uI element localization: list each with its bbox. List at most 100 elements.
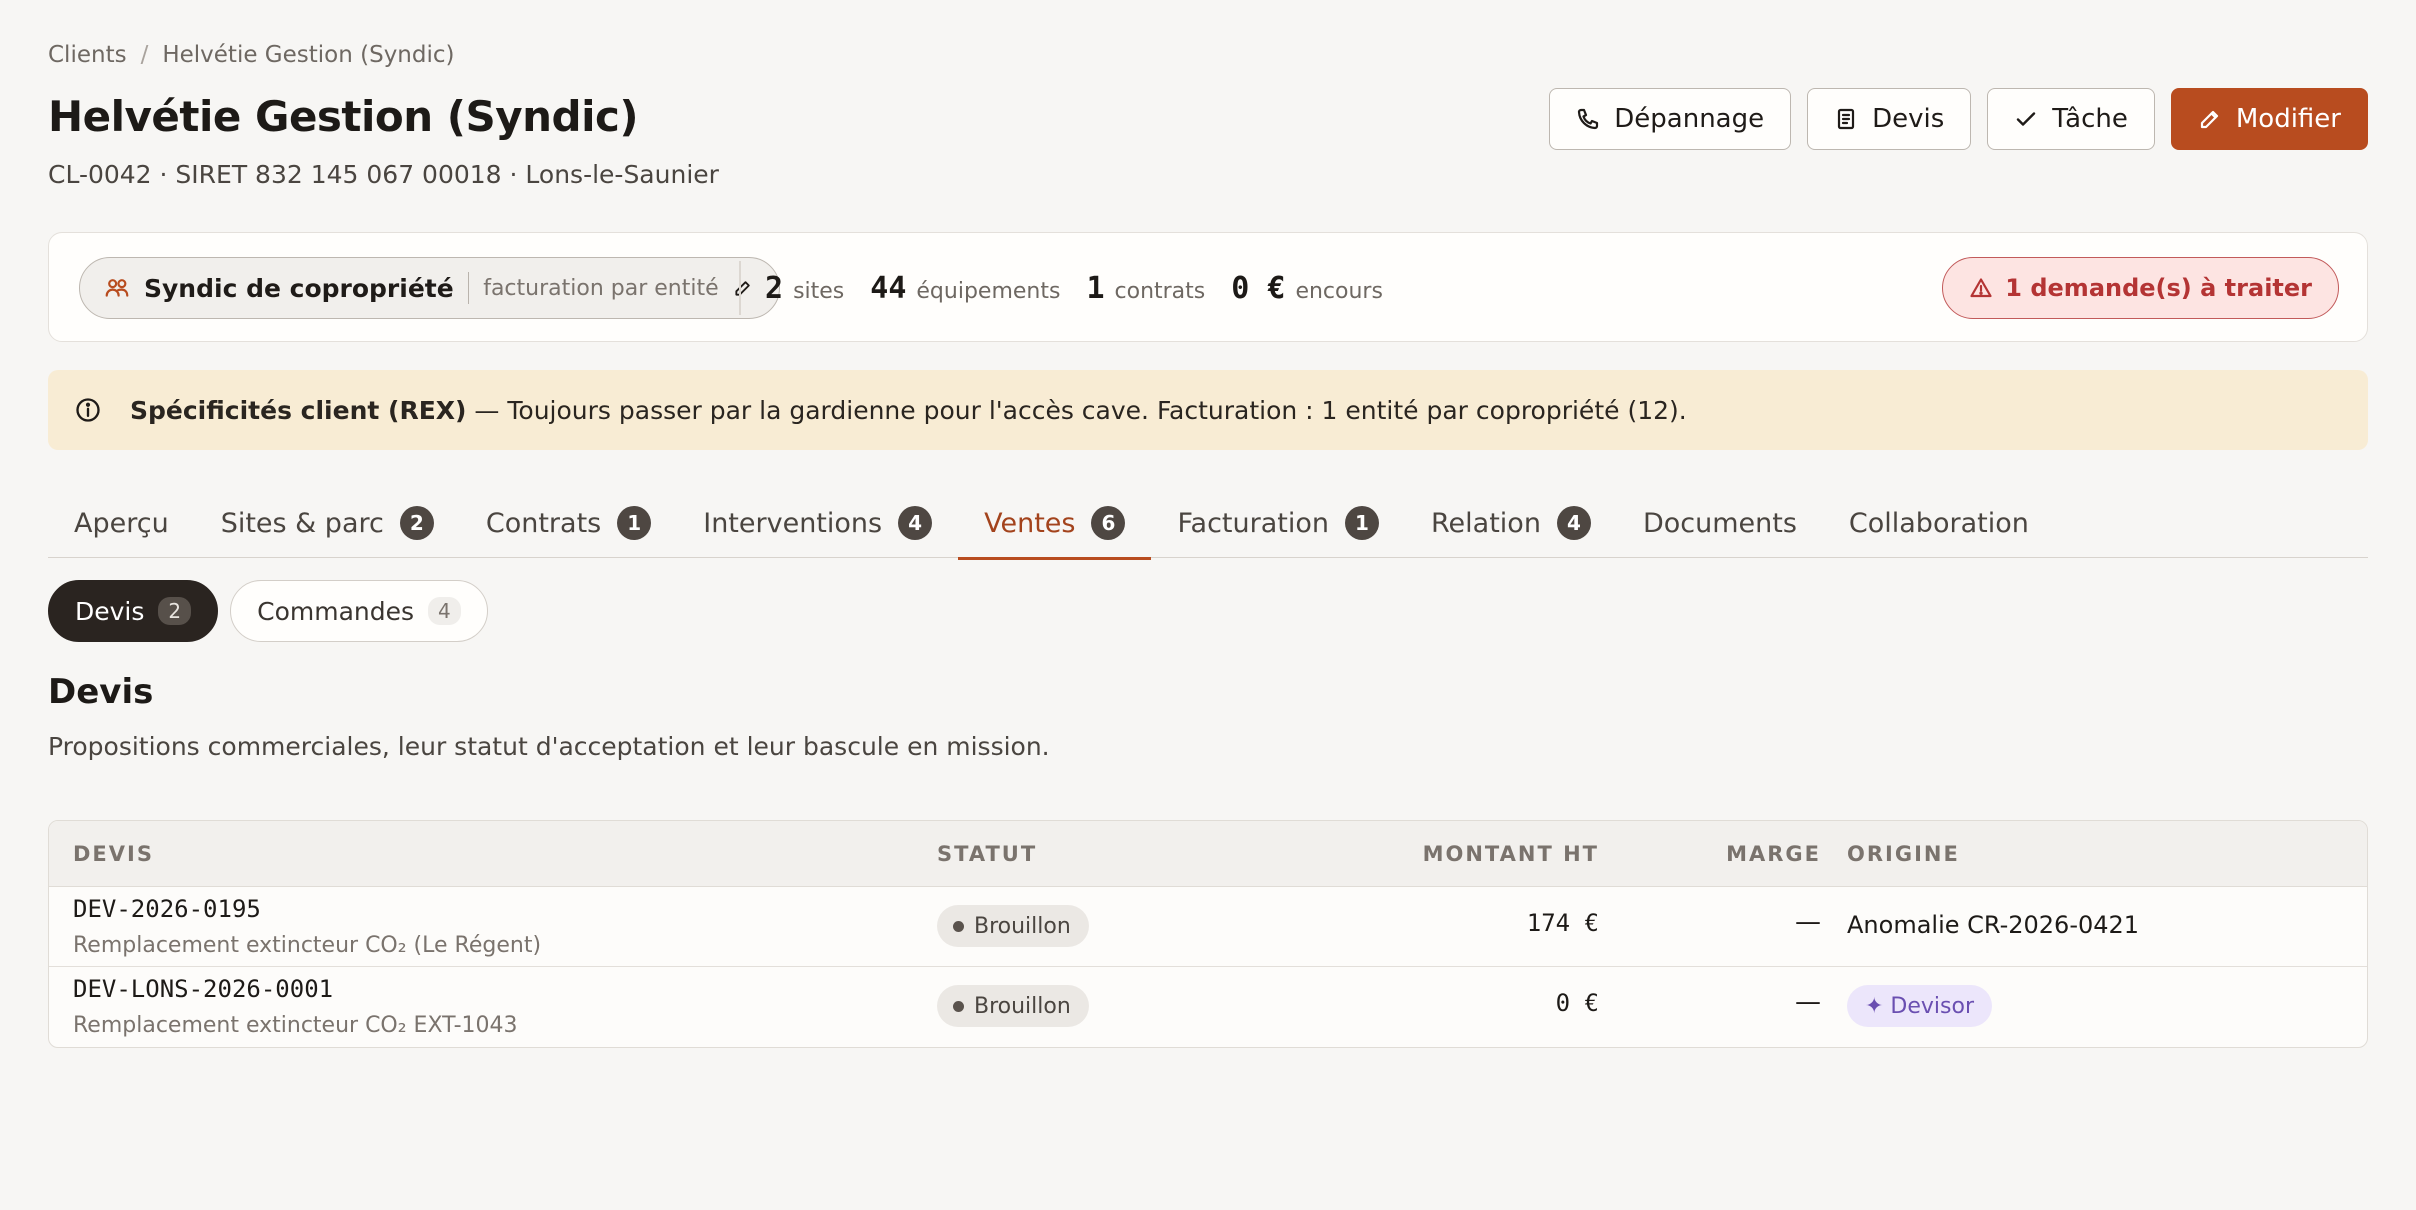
tab-label: Sites & parc <box>220 507 384 539</box>
modifier-button[interactable]: Modifier <box>2170 88 2368 150</box>
status-label: Brouillon <box>974 993 1071 1019</box>
summary-divider <box>739 261 741 315</box>
stat-unit: équipements <box>916 278 1061 304</box>
pill-divider <box>467 272 470 304</box>
devis-description: Remplacement extincteur CO₂ EXT-1043 <box>73 1013 518 1038</box>
column-header-statut[interactable]: STATUT <box>937 821 1037 887</box>
amount-ht: 174 € <box>1526 909 1599 937</box>
column-header-montant[interactable]: MONTANT HT <box>1423 821 1599 887</box>
client-tabs: Aperçu Sites & parc 2 Contrats 1 Interve… <box>48 488 2368 560</box>
client-stats: 2 sites 44 équipements 1 contrats 0 € en… <box>765 233 1383 343</box>
pencil-icon[interactable] <box>733 278 753 298</box>
status-badge: Brouillon <box>937 905 1089 947</box>
subtab-commandes[interactable]: Commandes 4 <box>230 580 488 642</box>
sales-subtabs: Devis 2 Commandes 4 <box>48 580 488 642</box>
tab-label: Aperçu <box>74 507 169 539</box>
tab-documents[interactable]: Documents <box>1617 488 1823 558</box>
client-type-label: Syndic de copropriété <box>144 273 454 303</box>
tab-relation[interactable]: Relation 4 <box>1405 488 1617 558</box>
client-type-pill[interactable]: Syndic de copropriété facturation par en… <box>79 257 780 319</box>
breadcrumb-separator: / <box>140 42 149 68</box>
tache-label: Tâche <box>2052 104 2128 134</box>
subtab-label: Devis <box>75 596 145 626</box>
subtab-count: 2 <box>158 597 192 625</box>
breadcrumb: Clients / Helvétie Gestion (Syndic) <box>48 42 455 68</box>
section-description: Propositions commerciales, leur statut d… <box>48 732 1050 761</box>
tab-ventes[interactable]: Ventes 6 <box>958 488 1152 560</box>
client-summary-bar: Syndic de copropriété facturation par en… <box>48 232 2368 342</box>
tab-count-badge: 2 <box>399 506 434 540</box>
column-header-devis[interactable]: DEVIS <box>73 821 154 887</box>
header-actions: Dépannage Devis Tâche Modifier <box>1549 88 2368 150</box>
devis-code[interactable]: DEV-LONS-2026-0001 <box>73 975 333 1003</box>
stat-equipements: 44 équipements <box>870 271 1060 306</box>
devis-description: Remplacement extincteur CO₂ (Le Régent) <box>73 933 542 958</box>
tache-button[interactable]: Tâche <box>1987 88 2155 150</box>
notice-title: Spécificités client (REX) <box>130 395 467 425</box>
origin-link[interactable]: Anomalie CR-2026-0421 <box>1847 911 2139 939</box>
tab-contrats[interactable]: Contrats 1 <box>460 488 677 558</box>
tab-label: Interventions <box>703 507 883 539</box>
depannage-button[interactable]: Dépannage <box>1549 88 1792 150</box>
pencil-icon <box>2200 110 2218 129</box>
status-dot <box>953 1000 964 1012</box>
devis-table: DEVIS STATUT MONTANT HT MARGE ORIGINE DE… <box>48 820 2368 1048</box>
tab-label: Documents <box>1642 507 1797 539</box>
column-header-origine[interactable]: ORIGINE <box>1847 821 1960 887</box>
pending-requests-badge[interactable]: 1 demande(s) à traiter <box>1942 257 2339 319</box>
tab-count-badge: 4 <box>898 506 933 540</box>
stat-encours: 0 € encours <box>1231 271 1383 306</box>
marge-value: — <box>1795 987 1821 1017</box>
section-title: Devis <box>48 672 154 712</box>
billing-mode-label: facturation par entité <box>483 275 719 301</box>
client-specifics-notice: Spécificités client (REX) — Toujours pas… <box>48 370 2368 450</box>
tab-facturation[interactable]: Facturation 1 <box>1151 488 1405 558</box>
stat-unit: contrats <box>1114 278 1206 304</box>
stat-unit: encours <box>1295 278 1383 304</box>
tab-label: Facturation <box>1177 507 1329 539</box>
devis-button[interactable]: Devis <box>1807 88 1972 150</box>
users-icon <box>105 279 129 297</box>
table-row[interactable]: DEV-2026-0195 Remplacement extincteur CO… <box>49 887 2367 967</box>
tab-label: Contrats <box>485 507 602 539</box>
tab-label: Collaboration <box>1848 507 2029 539</box>
tab-collaboration[interactable]: Collaboration <box>1823 488 2055 558</box>
subtab-devis[interactable]: Devis 2 <box>48 580 219 642</box>
warning-icon <box>1970 278 1992 298</box>
stat-value: 1 <box>1086 270 1105 306</box>
stat-value: 0 € <box>1231 270 1286 306</box>
status-badge: Brouillon <box>937 985 1089 1027</box>
tab-sites-parc[interactable]: Sites & parc 2 <box>195 488 460 558</box>
stat-contrats: 1 contrats <box>1086 271 1205 306</box>
stat-sites: 2 sites <box>765 271 844 306</box>
check-icon <box>2017 112 2036 126</box>
stat-unit: sites <box>793 278 845 304</box>
tab-apercu[interactable]: Aperçu <box>48 488 195 558</box>
tab-count-badge: 1 <box>1345 506 1379 540</box>
devis-code[interactable]: DEV-2026-0195 <box>73 895 261 923</box>
page-subtitle: CL-0042 · SIRET 832 145 067 00018 · Lons… <box>48 160 719 189</box>
column-header-marge[interactable]: MARGE <box>1726 821 1821 887</box>
modifier-label: Modifier <box>2235 104 2341 134</box>
breadcrumb-current: Helvétie Gestion (Syndic) <box>162 42 455 68</box>
tab-label: Relation <box>1431 507 1541 539</box>
breadcrumb-clients-link[interactable]: Clients <box>48 42 127 68</box>
subtab-label: Commandes <box>257 596 415 626</box>
info-icon <box>76 398 100 422</box>
tab-label: Ventes <box>984 507 1076 539</box>
tab-count-badge: 4 <box>1556 506 1591 540</box>
status-label: Brouillon <box>974 913 1071 939</box>
tab-interventions[interactable]: Interventions 4 <box>677 488 958 558</box>
table-header: DEVIS STATUT MONTANT HT MARGE ORIGINE <box>49 821 2367 887</box>
notice-text: — Toujours passer par la gardienne pour … <box>466 395 1687 425</box>
phone-icon <box>1578 108 1599 130</box>
tab-count-badge: 6 <box>1091 506 1126 540</box>
table-row[interactable]: DEV-LONS-2026-0001 Remplacement extincte… <box>49 967 2367 1047</box>
document-icon <box>1838 108 1855 130</box>
amount-ht: 0 € <box>1555 989 1599 1017</box>
marge-value: — <box>1795 907 1821 937</box>
pending-requests-label: 1 demande(s) à traiter <box>2005 274 2312 302</box>
stat-value: 44 <box>870 270 907 306</box>
origin-devisor-badge[interactable]: ✦ Devisor <box>1847 985 1993 1027</box>
status-dot <box>953 920 964 932</box>
